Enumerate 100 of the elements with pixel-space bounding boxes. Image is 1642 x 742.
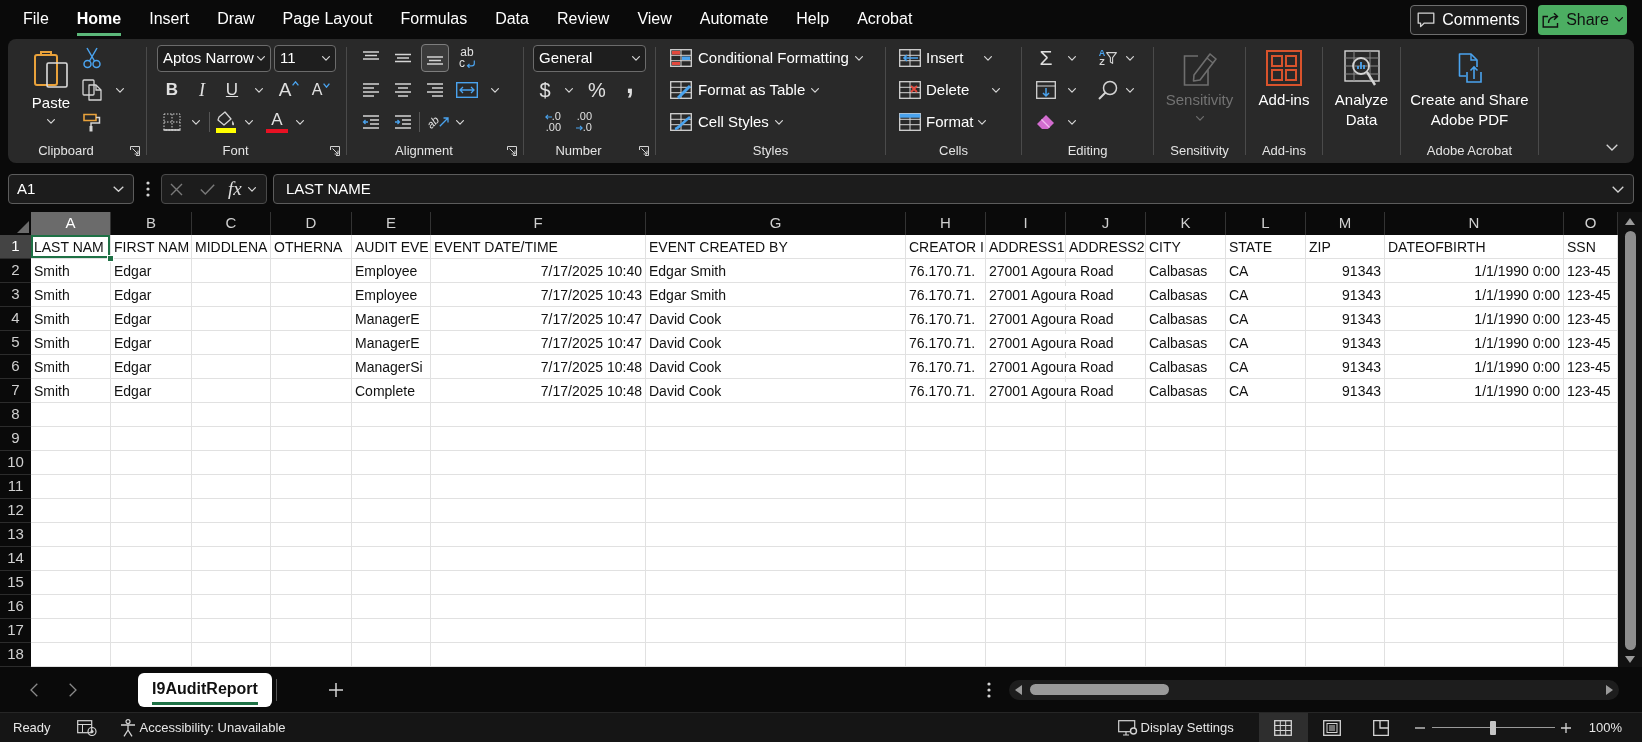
increase-decimal-button[interactable]: .0 .00 [533, 108, 561, 136]
zoom-level[interactable]: 100% [1588, 717, 1622, 738]
column-header[interactable]: L [1226, 212, 1306, 235]
corner-arrow-icon[interactable] [130, 146, 140, 156]
corner-arrow-icon[interactable] [330, 146, 340, 156]
ribbon-tab[interactable]: Home [62, 0, 136, 39]
row-header[interactable]: 2 [0, 259, 31, 283]
row-header[interactable]: 17 [0, 619, 31, 643]
column-header[interactable]: K [1146, 212, 1226, 235]
column-header[interactable]: A [31, 212, 111, 235]
ribbon-tab[interactable]: File [9, 0, 63, 39]
percent-button[interactable]: % [583, 75, 611, 105]
checkmark-icon[interactable] [200, 183, 215, 195]
row-header[interactable]: 13 [0, 523, 31, 547]
chevron-right-icon[interactable] [69, 682, 77, 697]
chevron-down-icon[interactable] [247, 186, 256, 192]
row-header[interactable]: 14 [0, 547, 31, 571]
wrap-text-button[interactable]: ab c [453, 44, 481, 72]
add-ins-button[interactable]: Add-ins [1246, 43, 1322, 139]
align-bottom-button[interactable] [421, 44, 449, 72]
lines-left-arrow-icon[interactable] [362, 115, 380, 129]
grow-font-button[interactable]: A [274, 75, 304, 105]
chevron-down-icon[interactable] [977, 119, 986, 125]
plus-icon[interactable] [329, 682, 343, 697]
corner-triangle-icon[interactable] [17, 221, 29, 233]
corner-arrow-icon[interactable] [639, 146, 649, 156]
fill-handle[interactable] [107, 255, 114, 262]
chevron-down-icon[interactable] [1126, 87, 1134, 93]
row-header[interactable]: 7 [0, 379, 31, 403]
minus-icon[interactable] [1414, 726, 1425, 729]
italic-button[interactable]: I [187, 75, 217, 105]
column-header[interactable]: B [111, 212, 192, 235]
font-size-dropdown[interactable]: 11 [274, 44, 336, 72]
delete-button[interactable]: Delete [899, 76, 970, 104]
row-header[interactable]: 9 [0, 427, 31, 451]
chevron-down-icon[interactable] [1068, 87, 1076, 93]
row-header[interactable]: 6 [0, 355, 31, 379]
orientation-button[interactable]: ab [424, 108, 452, 136]
corner-arrow-icon[interactable] [507, 146, 517, 156]
cell-styles-button[interactable]: Cell Styles [670, 108, 783, 136]
lines-right-arrow-icon[interactable] [394, 115, 412, 129]
ribbon-tab[interactable]: Page Layout [268, 0, 387, 39]
dotted-grid-icon[interactable] [163, 113, 181, 131]
share-button[interactable]: Share [1538, 4, 1627, 35]
chevron-down-icon[interactable] [245, 119, 253, 125]
name-box[interactable]: A1 [8, 174, 134, 204]
chevron-down-icon[interactable] [1068, 119, 1076, 125]
shrink-font-button[interactable]: A [306, 75, 336, 105]
chevron-down-icon[interactable] [992, 87, 1001, 93]
chevron-left-icon[interactable] [30, 682, 38, 697]
horizontal-scrollbar[interactable] [1009, 679, 1619, 700]
chevron-down-icon[interactable] [456, 119, 464, 125]
ribbon-tab[interactable]: Automate [685, 0, 783, 39]
chevron-down-icon[interactable] [1606, 144, 1618, 151]
ribbon-tab[interactable]: View [623, 0, 686, 39]
vertical-dots-icon[interactable] [146, 181, 150, 197]
row-header[interactable]: 3 [0, 283, 31, 307]
row-header[interactable]: 15 [0, 571, 31, 595]
row-header[interactable]: 18 [0, 643, 31, 667]
ribbon-tab[interactable]: Help [782, 0, 844, 39]
format-as-table-button[interactable]: Format as Table [670, 76, 820, 104]
sort-filter-button[interactable]: A Z [1097, 44, 1119, 72]
column-header[interactable]: F [431, 212, 646, 235]
chevron-down-icon[interactable] [255, 87, 263, 93]
bold-button[interactable]: B [157, 75, 187, 105]
insert-function-button[interactable]: fx [228, 175, 242, 203]
scrollbar-thumb[interactable] [1030, 684, 1169, 695]
search-icon[interactable] [1098, 80, 1118, 100]
chevron-down-icon[interactable] [491, 87, 499, 93]
view-button[interactable] [1258, 713, 1308, 742]
column-header[interactable]: E [352, 212, 431, 235]
vertical-scrollbar[interactable] [1618, 212, 1642, 667]
row-header[interactable]: 4 [0, 307, 31, 331]
column-header[interactable]: H [906, 212, 986, 235]
comments-button[interactable]: Comments [1410, 4, 1527, 35]
chevron-down-icon[interactable] [1068, 55, 1076, 61]
create-pdf-button[interactable]: Create and Share Adobe PDF [1401, 43, 1538, 139]
column-header[interactable]: N [1385, 212, 1564, 235]
row-header[interactable]: 16 [0, 595, 31, 619]
triangle-right-icon[interactable] [1606, 684, 1613, 695]
ribbon-tab[interactable]: Review [542, 0, 624, 39]
chevron-down-icon[interactable] [296, 119, 304, 125]
sheet-tab[interactable]: I9AuditReport [138, 672, 272, 707]
person-icon[interactable] [119, 718, 136, 737]
chevron-down-icon[interactable] [1126, 55, 1134, 61]
decrease-decimal-button[interactable]: .00 .0 [564, 108, 592, 136]
ribbon-tab[interactable]: Insert [135, 0, 204, 39]
monitor-icon[interactable] [1117, 719, 1138, 736]
triangle-up-icon[interactable] [1625, 218, 1635, 225]
display-settings-link[interactable]: Display Settings [1140, 717, 1234, 738]
row-header[interactable]: 5 [0, 331, 31, 355]
insert-button[interactable]: Insert [899, 44, 964, 72]
eraser-icon[interactable] [1036, 114, 1056, 130]
number-format-dropdown[interactable]: General [533, 44, 646, 72]
scissors-icon[interactable] [83, 47, 101, 69]
column-header[interactable]: D [271, 212, 352, 235]
triangle-left-icon[interactable] [1015, 684, 1022, 695]
column-header[interactable]: G [646, 212, 906, 235]
scrollbar-thumb[interactable] [1624, 231, 1636, 650]
column-header[interactable]: I [986, 212, 1066, 235]
